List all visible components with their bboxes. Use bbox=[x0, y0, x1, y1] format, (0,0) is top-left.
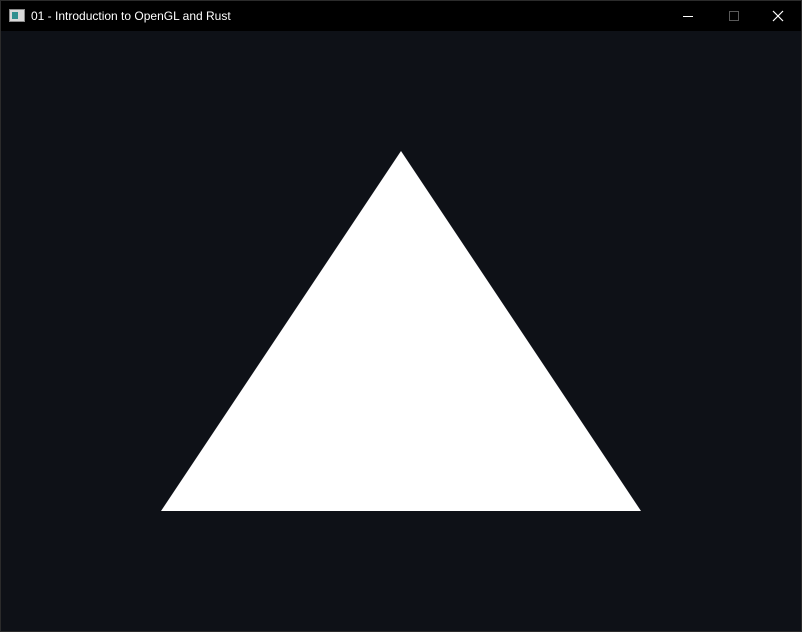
app-window-icon[interactable] bbox=[9, 9, 25, 22]
close-button[interactable] bbox=[755, 1, 801, 31]
maximize-button[interactable] bbox=[711, 1, 757, 31]
opengl-viewport[interactable] bbox=[1, 31, 801, 631]
title-bar[interactable]: 01 - Introduction to OpenGL and Rust bbox=[1, 1, 801, 31]
render-canvas bbox=[1, 31, 801, 631]
maximize-icon bbox=[729, 11, 739, 21]
app-window: 01 - Introduction to OpenGL and Rust bbox=[0, 0, 802, 632]
minimize-button[interactable] bbox=[665, 1, 711, 31]
minimize-icon bbox=[683, 16, 693, 17]
close-icon bbox=[772, 10, 784, 22]
window-title: 01 - Introduction to OpenGL and Rust bbox=[31, 9, 231, 23]
